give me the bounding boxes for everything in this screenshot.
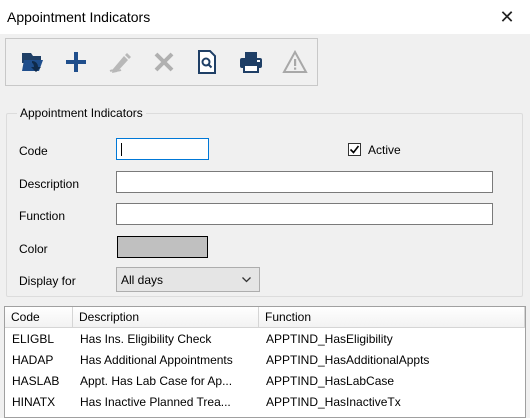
print-button[interactable] bbox=[229, 40, 273, 84]
warning-button[interactable] bbox=[273, 40, 317, 84]
window-title: Appointment Indicators bbox=[7, 9, 151, 25]
cell-function: APPTIND_HasAdditionalAppts bbox=[266, 353, 430, 367]
cell-description: Has Additional Appointments bbox=[80, 353, 233, 367]
display-for-value: All days bbox=[121, 272, 164, 287]
cell-code: HINATX bbox=[12, 395, 56, 409]
column-header-description[interactable]: Description bbox=[73, 307, 259, 328]
group-legend: Appointment Indicators bbox=[17, 106, 146, 120]
close-button[interactable]: ✕ bbox=[484, 0, 530, 34]
color-swatch[interactable] bbox=[117, 236, 208, 258]
delete-icon bbox=[154, 52, 173, 72]
function-label: Function bbox=[19, 209, 66, 223]
text-caret bbox=[121, 143, 122, 156]
column-header-code[interactable]: Code bbox=[5, 307, 73, 328]
table-row[interactable]: HADAP Has Additional Appointments APPTIN… bbox=[5, 350, 525, 371]
print-icon bbox=[240, 52, 263, 73]
code-input[interactable] bbox=[116, 138, 209, 160]
active-label: Active bbox=[368, 143, 401, 157]
add-button[interactable] bbox=[54, 40, 98, 84]
table-row[interactable]: HINATX Has Inactive Planned Trea... APPT… bbox=[5, 392, 525, 413]
color-label: Color bbox=[19, 242, 48, 256]
chevron-down-icon bbox=[242, 277, 251, 283]
warning-icon bbox=[282, 50, 308, 73]
cell-description: Has Inactive Planned Trea... bbox=[80, 395, 231, 409]
preview-button[interactable] bbox=[185, 40, 229, 84]
delete-button[interactable] bbox=[142, 40, 186, 84]
cell-description: Appt. Has Lab Case for Ap... bbox=[80, 374, 233, 388]
checkmark-icon bbox=[349, 145, 360, 154]
cell-code: HASLAB bbox=[12, 374, 60, 388]
cell-code: ELIGBL bbox=[12, 332, 55, 346]
cell-description: Has Ins. Eligibility Check bbox=[80, 332, 212, 346]
open-button[interactable] bbox=[10, 40, 54, 84]
add-icon bbox=[65, 52, 86, 72]
function-input[interactable] bbox=[116, 203, 493, 225]
edit-button[interactable] bbox=[98, 40, 142, 84]
table-row[interactable]: HASLAB Appt. Has Lab Case for Ap... APPT… bbox=[5, 371, 525, 392]
description-input[interactable] bbox=[116, 171, 493, 193]
preview-icon bbox=[198, 50, 217, 74]
cell-function: APPTIND_HasInactiveTx bbox=[266, 395, 401, 409]
active-checkbox[interactable] bbox=[348, 143, 361, 156]
close-icon: ✕ bbox=[499, 6, 515, 27]
indicators-grid[interactable]: Code Description Function ELIGBL Has Ins… bbox=[4, 306, 526, 418]
cell-code: HADAP bbox=[12, 353, 54, 367]
title-bar: Appointment Indicators ✕ bbox=[0, 0, 530, 34]
edit-icon bbox=[109, 53, 131, 73]
toolbar bbox=[5, 38, 318, 86]
cell-function: APPTIND_HasLabCase bbox=[266, 374, 395, 388]
description-label: Description bbox=[19, 177, 80, 191]
column-header-function[interactable]: Function bbox=[259, 307, 525, 328]
grid-header: Code Description Function bbox=[5, 307, 525, 328]
code-label: Code bbox=[19, 144, 48, 158]
display-for-label: Display for bbox=[19, 274, 76, 288]
open-icon bbox=[21, 53, 43, 72]
cell-function: APPTIND_HasEligibility bbox=[266, 332, 393, 346]
display-for-select[interactable]: All days bbox=[116, 267, 260, 292]
table-row[interactable]: ELIGBL Has Ins. Eligibility Check APPTIN… bbox=[5, 329, 525, 350]
